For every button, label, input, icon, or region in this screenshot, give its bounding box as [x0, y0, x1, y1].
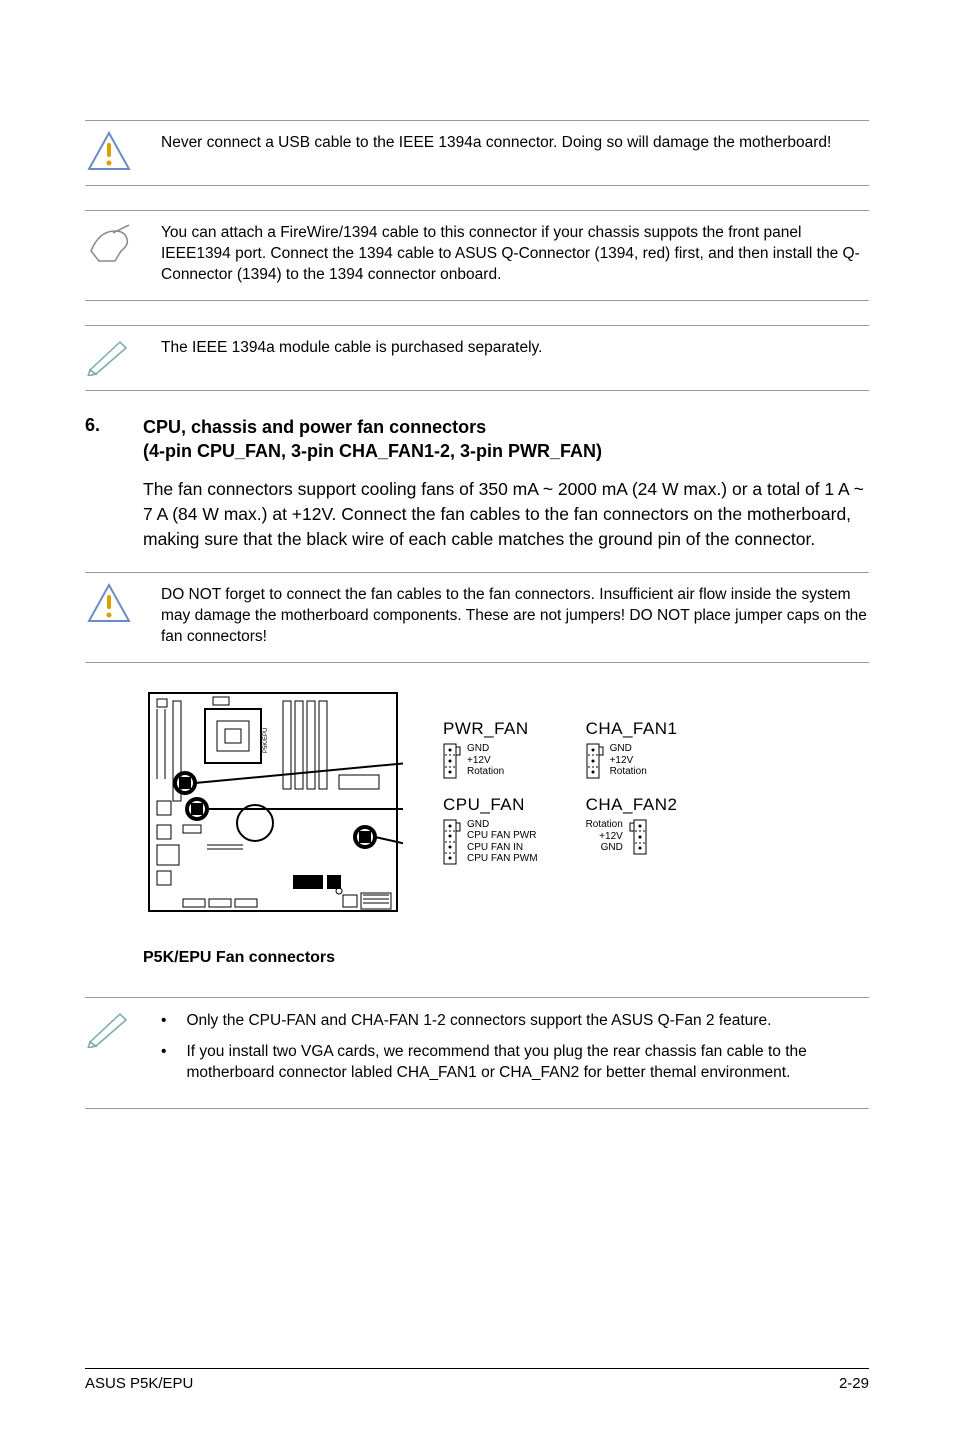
fan-title: CPU_FAN: [443, 795, 538, 815]
section-heading: 6. CPU, chassis and power fan connectors…: [85, 415, 869, 464]
connector-3pin-icon: [629, 819, 647, 855]
motherboard-outline-icon: P5K/EPU: [143, 687, 403, 927]
pencil-icon: [85, 1008, 133, 1048]
note-bullet: Only the CPU-FAN and CHA-FAN 1-2 connect…: [186, 1010, 771, 1031]
cpu-fan-block: CPU_FAN GND CPU FAN PWR CPU FAN IN CPU F…: [443, 795, 538, 865]
pin-labels: Rotation +12V GND: [586, 819, 623, 854]
pencil-icon: [85, 336, 133, 376]
hand-icon: [85, 221, 133, 265]
fan-diagram: P5K/EPU: [143, 687, 869, 927]
fan-title: PWR_FAN: [443, 719, 538, 739]
connector-4pin-icon: [443, 819, 461, 865]
board-label-text: P5K/EPU: [263, 727, 269, 752]
callout-text: DO NOT forget to connect the fan cables …: [161, 583, 869, 648]
section-number: 6.: [85, 415, 109, 464]
connector-3pin-icon: [443, 743, 461, 779]
callout-warning-usb: Never connect a USB cable to the IEEE 13…: [85, 120, 869, 186]
pin-labels: GND +12V Rotation: [610, 743, 647, 778]
footer-right: 2-29: [839, 1375, 869, 1392]
callout-text: The IEEE 1394a module cable is purchased…: [161, 336, 869, 359]
pin-labels: GND +12V Rotation: [467, 743, 504, 778]
fan-header-grid: PWR_FAN GND +12V Rotation CHA_FAN1: [443, 687, 677, 865]
section-title-line2: (4-pin CPU_FAN, 3-pin CHA_FAN1-2, 3-pin …: [143, 439, 602, 463]
diagram-caption: P5K/EPU Fan connectors: [143, 949, 869, 967]
callout-tip-firewire: You can attach a FireWire/1394 cable to …: [85, 210, 869, 301]
note-bullet-list: Only the CPU-FAN and CHA-FAN 1-2 connect…: [161, 1010, 869, 1084]
page-footer: ASUS P5K/EPU 2-29: [85, 1368, 869, 1392]
fan-title: CHA_FAN2: [586, 795, 678, 815]
section-body: The fan connectors support cooling fans …: [143, 477, 869, 552]
note-bullet: If you install two VGA cards, we recomme…: [186, 1041, 869, 1084]
callout-note-cable: The IEEE 1394a module cable is purchased…: [85, 325, 869, 391]
callout-text: Never connect a USB cable to the IEEE 13…: [161, 131, 869, 154]
fan-title: CHA_FAN1: [586, 719, 678, 739]
warning-icon: [85, 131, 133, 171]
connector-3pin-icon: [586, 743, 604, 779]
cha-fan2-block: CHA_FAN2 Rotation +12V GND: [586, 795, 678, 865]
callout-text: You can attach a FireWire/1394 cable to …: [161, 221, 869, 286]
pwr-fan-block: PWR_FAN GND +12V Rotation: [443, 719, 538, 779]
footer-left: ASUS P5K/EPU: [85, 1375, 193, 1392]
callout-warning-fan: DO NOT forget to connect the fan cables …: [85, 572, 869, 663]
section-title-line1: CPU, chassis and power fan connectors: [143, 415, 602, 439]
pin-labels: GND CPU FAN PWR CPU FAN IN CPU FAN PWM: [467, 819, 538, 865]
warning-icon: [85, 583, 133, 623]
callout-note-bottom: Only the CPU-FAN and CHA-FAN 1-2 connect…: [85, 997, 869, 1109]
cha-fan1-block: CHA_FAN1 GND +12V Rotation: [586, 719, 678, 779]
